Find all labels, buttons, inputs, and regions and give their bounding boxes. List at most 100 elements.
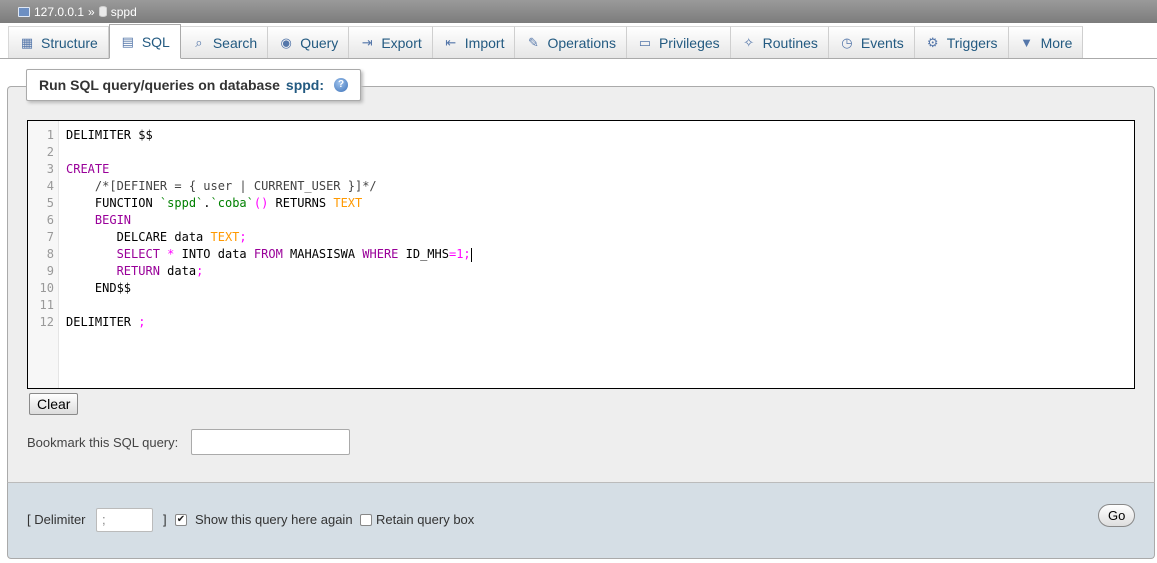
code-line: BEGIN [66,212,131,229]
tab-label: Export [381,34,422,51]
tab-more[interactable]: ▼ More [1008,26,1084,58]
code-token: TEXT [333,196,363,210]
tab-label: Events [860,34,904,51]
code-token: =1; [448,247,471,261]
code-token: RETURNS [268,196,334,210]
line-number: 5 [46,196,54,210]
code-token: END$$ [66,281,132,295]
tab-routines[interactable]: ✧ Routines [730,26,829,58]
sql-editor[interactable]: 1 DELIMITER $$ 2 3 CREATE 4 /*[DEFINER = { us… [27,120,1135,389]
line-number: 1 [46,128,54,142]
clock-icon: ◷ [841,34,853,50]
code-token: ; [239,230,247,244]
tab-query[interactable]: ◉ Query [268,26,350,58]
code-token: WHERE [362,247,399,261]
retain-query-label[interactable]: Retain query box [376,512,474,527]
delimiter-label: [ Delimiter [27,512,86,527]
breadcrumb-server[interactable]: 127.0.0.1 [34,5,84,19]
fieldset-legend: Run SQL query/queries on database sppd: … [26,69,362,101]
code-token: () [253,196,269,210]
code-token: MAHASISWA [282,247,363,261]
server-icon [18,6,30,17]
tab-triggers[interactable]: ⚙ Triggers [914,26,1009,58]
code-token: DELCARE data [66,230,211,244]
line-number: 9 [46,264,54,278]
code-line: CREATE [66,161,109,178]
code-token: ; [196,264,204,278]
code-line: DELIMITER $$ [66,127,153,144]
tab-label: More [1040,34,1073,51]
breadcrumb-separator: » [88,4,95,19]
line-number: 3 [46,162,54,176]
structure-icon: ▦ [20,34,34,50]
code-token: TEXT [210,230,240,244]
tab-sql[interactable]: ▤ SQL [108,24,181,59]
tab-label: SQL [141,33,170,50]
import-icon: ⇤ [445,34,457,50]
tab-label: Operations [547,34,616,51]
tab-events[interactable]: ◷ Events [828,26,915,58]
breadcrumb-database[interactable]: sppd [111,5,137,19]
bookmark-label: Bookmark this SQL query: [27,435,179,450]
tab-label: Structure [41,34,98,51]
tab-import[interactable]: ⇤ Import [432,26,516,58]
show-query-checkbox[interactable]: ✔ [175,514,187,526]
line-number: 7 [46,230,54,244]
line-number: 2 [46,145,54,159]
code-token: . [203,196,211,210]
breadcrumb: 127.0.0.1 » sppd [0,0,1157,23]
tab-operations[interactable]: ✎ Operations [515,26,627,58]
database-icon [98,6,107,17]
go-button[interactable]: Go [1098,504,1136,527]
wrench-icon: ✎ [528,34,539,50]
sql-icon: ▤ [121,33,134,49]
code-line: END$$ [66,280,131,297]
line-number: 8 [46,247,54,261]
tab-export[interactable]: ⇥ Export [349,26,433,58]
code-token: ID_MHS [398,247,449,261]
code-token: INTO data [174,247,254,261]
text-cursor [470,247,472,262]
search-icon: ⌕ [195,34,203,50]
code-token: DELIMITER $$ [66,128,153,142]
code-token: /*[DEFINER = { user | CURRENT_USER }]*/ [66,179,377,193]
code-token: ; [138,315,146,329]
line-number: 4 [46,179,54,193]
tab-label: Triggers [946,34,998,51]
code-token: SELECT [116,247,160,261]
tab-label: Routines [762,34,818,51]
tab-search[interactable]: ⌕ Search [180,26,269,58]
delimiter-close-bracket: ] [163,512,167,527]
triggers-icon: ⚙ [926,34,939,50]
code-token: CREATE [66,162,110,176]
clear-button[interactable]: Clear [29,393,79,415]
code-token: `sppd` [159,196,204,210]
privileges-icon: ▭ [638,34,652,50]
code-line: DELCARE data TEXT; [66,229,247,246]
show-query-label[interactable]: Show this query here again [195,512,353,527]
tab-privileges[interactable]: ▭ Privileges [626,26,731,58]
bookmark-input[interactable] [191,429,350,455]
code-token: BEGIN [66,213,132,227]
delimiter-input[interactable]: ; [96,508,153,532]
code-token: FUNCTION [66,196,160,210]
routines-icon: ✧ [743,34,755,50]
export-icon: ⇥ [361,34,373,50]
legend-text: Run SQL query/queries on database [39,77,280,93]
tab-structure[interactable]: ▦ Structure [8,26,109,58]
code-line: DELIMITER ; [66,314,145,331]
code-token: DELIMITER [66,315,139,329]
code-token: `coba` [210,196,254,210]
legend-database: sppd: [285,77,325,93]
help-icon[interactable]: ? [334,78,349,92]
code-token: RETURN [116,264,160,278]
tab-bar: ▦ Structure ▤ SQL ⌕ Search ◉ Query ⇥ Export ⇤ Impor… [0,23,1157,59]
tab-label: Import [464,34,505,51]
retain-query-checkbox[interactable] [360,514,372,526]
code-line: /*[DEFINER = { user | CURRENT_USER }]*/ [66,178,377,195]
code-line: FUNCTION `sppd`.`coba`() RETURNS TEXT [66,195,362,212]
code-token: data [159,264,197,278]
tab-label: Privileges [658,34,720,51]
